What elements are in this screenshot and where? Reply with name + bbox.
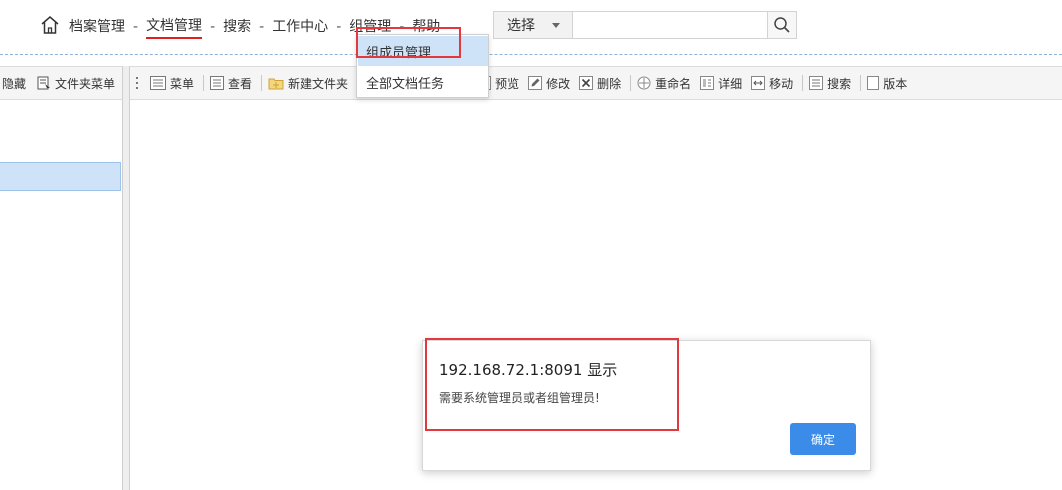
dialog-title: 192.168.72.1:8091 显示: [439, 361, 618, 379]
edit-button[interactable]: 修改: [528, 75, 570, 92]
nav-item-work-center[interactable]: 工作中心: [272, 16, 328, 38]
folder-menu-label: 文件夹菜单: [55, 76, 116, 91]
alert-dialog: 192.168.72.1:8091 显示 需要系统管理员或者组管理员! 确定: [422, 340, 871, 471]
folder-tree-selected-row[interactable]: [0, 162, 121, 191]
nav-separator: -: [259, 19, 265, 35]
menu-item-group-members[interactable]: 组成员管理: [358, 36, 488, 66]
group-management-dropdown: 组成员管理 全部文档任务: [356, 34, 489, 98]
hide-button[interactable]: 隐藏: [0, 75, 26, 92]
edit-icon: [528, 76, 543, 90]
new-folder-icon: [268, 78, 284, 90]
nav-item-archive[interactable]: 档案管理: [69, 16, 125, 38]
menu-icon: [150, 76, 166, 90]
delete-label: 删除: [597, 76, 622, 91]
nav-separator: -: [210, 19, 216, 35]
panel-splitter[interactable]: [122, 66, 130, 490]
rename-icon: [637, 76, 651, 90]
folder-menu-icon: [37, 76, 51, 90]
delete-icon: [579, 76, 594, 90]
edit-label: 修改: [546, 76, 571, 91]
toolbar-divider: [261, 75, 263, 91]
version-icon: [867, 76, 880, 90]
move-label: 移动: [769, 76, 794, 91]
header-divider: [0, 54, 1062, 55]
home-icon[interactable]: [40, 14, 60, 36]
main-toolbar: 菜单 查看 新建文件夹 上传 下载 预览 修改 删除 重命名 详细: [130, 66, 1062, 100]
toolbar-divider: [630, 75, 632, 91]
rename-label: 重命名: [655, 76, 692, 91]
search-button[interactable]: [767, 11, 797, 39]
menu-button[interactable]: 菜单: [150, 75, 194, 92]
menu-label: 菜单: [170, 76, 195, 91]
view-button[interactable]: 查看: [210, 75, 252, 92]
new-folder-label: 新建文件夹: [288, 76, 349, 91]
hide-label: 隐藏: [2, 76, 27, 91]
left-toolbar: 隐藏 文件夹菜单: [0, 66, 122, 100]
ok-button[interactable]: 确定: [790, 423, 856, 455]
detail-icon: [700, 76, 715, 90]
move-button[interactable]: 移动: [751, 75, 793, 92]
nav-item-search[interactable]: 搜索: [223, 16, 251, 38]
chevron-down-icon: [552, 23, 560, 28]
toolbar-divider: [860, 75, 862, 91]
dialog-message: 需要系统管理员或者组管理员!: [439, 391, 600, 405]
detail-label: 详细: [718, 76, 743, 91]
new-folder-button[interactable]: 新建文件夹: [268, 75, 348, 92]
nav-separator: -: [336, 19, 342, 35]
nav-item-documents[interactable]: 文档管理: [146, 15, 203, 39]
version-button[interactable]: 版本: [867, 75, 907, 92]
search-icon: [809, 76, 824, 90]
detail-button[interactable]: 详细: [700, 75, 742, 92]
view-icon: [210, 76, 225, 90]
move-icon: [751, 76, 766, 90]
nav-separator: -: [399, 19, 405, 35]
nav-separator: -: [133, 19, 139, 35]
version-label: 版本: [883, 76, 908, 91]
toolbar-search-label: 搜索: [827, 76, 852, 91]
menu-item-all-document-tasks[interactable]: 全部文档任务: [358, 67, 488, 97]
search-scope-label: 选择: [507, 18, 535, 34]
toolbar-divider: [203, 75, 205, 91]
folder-menu-button[interactable]: 文件夹菜单: [37, 75, 115, 92]
view-label: 查看: [228, 76, 253, 91]
toolbar-divider: [802, 75, 804, 91]
top-navigation: 档案管理 - 文档管理 - 搜索 - 工作中心 - 组管理 - 帮助 选择: [0, 0, 1062, 56]
preview-label: 预览: [495, 76, 520, 91]
search-scope-select[interactable]: 选择: [493, 11, 573, 39]
search-input[interactable]: [573, 11, 768, 39]
toolbar-grip-icon: [136, 77, 140, 89]
search-icon: [774, 17, 790, 33]
toolbar-search-button[interactable]: 搜索: [809, 75, 851, 92]
rename-button[interactable]: 重命名: [637, 75, 691, 92]
delete-button[interactable]: 删除: [579, 75, 621, 92]
